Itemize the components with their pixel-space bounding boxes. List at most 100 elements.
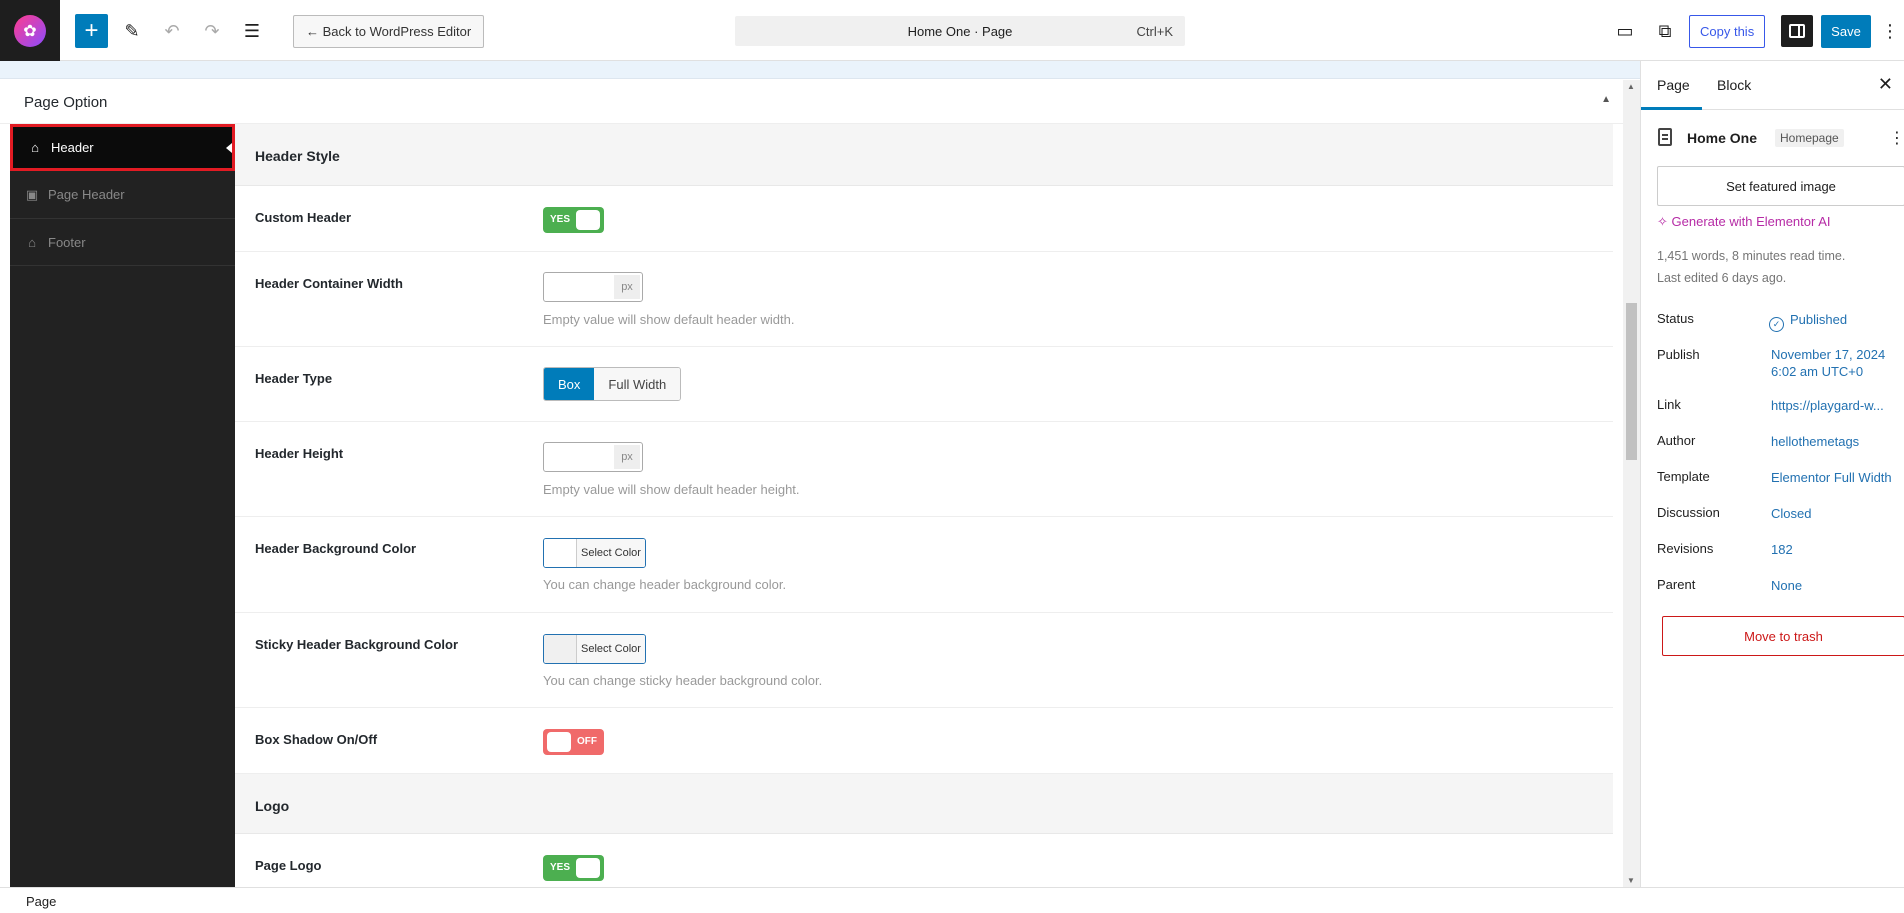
header-type-box-option[interactable]: Box	[544, 368, 595, 400]
preview-device-button[interactable]: ▭	[1609, 14, 1641, 48]
plus-icon: +	[84, 17, 99, 44]
generate-with-elementor-ai-link[interactable]: ✧ Generate with Elementor AI	[1657, 214, 1831, 230]
undo-icon: ↶	[164, 20, 180, 41]
unit-label: px	[614, 445, 640, 469]
command-palette-bar[interactable]: Home One · Page Ctrl+K	[735, 16, 1185, 46]
document-title: Home One · Page	[907, 24, 1013, 39]
prop-label-link: Link	[1657, 397, 1681, 412]
page-document-icon	[1658, 128, 1672, 146]
nav-item-footer[interactable]: ⌂ Footer	[10, 219, 235, 266]
tab-block[interactable]: Block	[1717, 77, 1751, 93]
move-to-trash-button[interactable]: Move to trash	[1662, 616, 1904, 656]
prop-label-revisions: Revisions	[1657, 541, 1714, 556]
row-header-height: Header Height px Empty value will show d…	[235, 422, 1613, 517]
command-shortcut: Ctrl+K	[1136, 24, 1173, 39]
nav-item-page-header[interactable]: ▣ Page Header	[10, 171, 235, 219]
page-option-title: Page Option	[24, 94, 108, 111]
external-link-icon: ⧉	[1658, 20, 1672, 41]
status-value[interactable]: ✓ Published	[1769, 311, 1847, 332]
field-label: Header Type	[255, 371, 333, 386]
page-logo-toggle[interactable]: YES	[543, 855, 604, 881]
canvas-top-strip	[0, 61, 1640, 79]
field-hint: Empty value will show default header wid…	[543, 312, 795, 327]
canvas-scrollbar[interactable]: ▲ ▼	[1623, 80, 1640, 887]
copy-this-button[interactable]: Copy this	[1689, 15, 1766, 48]
nav-item-label: Footer	[48, 234, 86, 250]
settings-tabs: Page Block ✕	[1641, 61, 1904, 110]
row-box-shadow: Box Shadow On/Off OFF	[235, 708, 1613, 774]
header-type-full-width-option[interactable]: Full Width	[594, 368, 681, 400]
custom-header-toggle[interactable]: YES	[543, 207, 604, 233]
row-header-type: Header Type Box Full Width	[235, 347, 1613, 422]
home-icon: ⌂	[28, 234, 36, 250]
sticky-bg-color-picker[interactable]: Select Color	[543, 634, 646, 664]
row-container-width: Header Container Width px Empty value wi…	[235, 252, 1613, 347]
view-page-button[interactable]: ⧉	[1649, 14, 1681, 48]
status-text: Published	[1790, 312, 1848, 327]
nav-item-header[interactable]: ⌂ Header	[10, 124, 235, 171]
options-content: Header Style Custom Header YES Header Co…	[235, 124, 1613, 887]
scroll-down-icon[interactable]: ▼	[1627, 876, 1635, 885]
add-block-button[interactable]: +	[75, 14, 108, 48]
field-label: Box Shadow On/Off	[255, 732, 378, 747]
author-value[interactable]: hellothemetags	[1771, 433, 1859, 450]
publish-date-value[interactable]: November 17, 2024 6:02 am UTC+0	[1771, 346, 1885, 380]
breadcrumb-page[interactable]: Page	[26, 894, 56, 909]
home-icon: ⌂	[31, 140, 39, 155]
editor-breadcrumb-bar: Page	[0, 887, 1904, 913]
parent-value[interactable]: None	[1771, 577, 1802, 594]
box-shadow-toggle[interactable]: OFF	[543, 729, 604, 755]
link-value[interactable]: https://playgard-w...	[1771, 397, 1884, 414]
options-menu-button[interactable]: ⋮	[1881, 14, 1899, 48]
editor-top-bar: ✿ + ✎ ↶ ↷ ☰ ← Back to WordPress Editor H…	[0, 0, 1904, 61]
header-type-selector: Box Full Width	[543, 367, 682, 401]
tools-button[interactable]: ✎	[116, 14, 148, 48]
redo-button[interactable]: ↷	[196, 14, 228, 48]
elementor-logo[interactable]: ✿	[0, 0, 60, 61]
color-swatch	[544, 635, 577, 663]
section-logo: Logo	[235, 774, 1613, 834]
template-value[interactable]: Elementor Full Width	[1771, 469, 1892, 486]
section-title: Header Style	[255, 148, 340, 164]
homepage-badge: Homepage	[1775, 129, 1844, 147]
page-option-nav: ⌂ Header ▣ Page Header ⌂ Footer	[10, 124, 235, 887]
discussion-value[interactable]: Closed	[1771, 505, 1811, 522]
container-width-input[interactable]: px	[543, 272, 643, 302]
scroll-up-icon[interactable]: ▲	[1627, 82, 1635, 91]
field-label: Header Height	[255, 446, 344, 461]
save-button[interactable]: Save	[1821, 15, 1871, 48]
back-to-wordpress-editor-button[interactable]: ← Back to WordPress Editor	[293, 15, 485, 48]
set-featured-image-button[interactable]: Set featured image	[1657, 166, 1904, 206]
row-sticky-bg-color: Sticky Header Background Color Select Co…	[235, 613, 1613, 708]
sparkle-icon: ✧	[1657, 214, 1668, 229]
close-icon[interactable]: ✕	[1878, 74, 1893, 95]
pencil-icon: ✎	[124, 20, 140, 41]
last-edited: Last edited 6 days ago.	[1657, 271, 1787, 285]
more-vertical-icon[interactable]: ⋮	[1889, 128, 1904, 148]
toggle-state: OFF	[577, 736, 597, 747]
publish-date: November 17, 2024	[1771, 347, 1886, 362]
toggle-knob	[547, 732, 571, 752]
toggle-state: YES	[550, 214, 571, 225]
undo-button[interactable]: ↶	[156, 14, 188, 48]
tab-page[interactable]: Page	[1657, 77, 1690, 93]
prop-label-publish: Publish	[1657, 347, 1700, 362]
field-label: Header Background Color	[255, 541, 417, 556]
collapse-up-icon[interactable]: ▲	[1601, 94, 1611, 105]
redo-icon: ↷	[204, 20, 220, 41]
header-height-input[interactable]: px	[543, 442, 643, 472]
prop-label-parent: Parent	[1657, 577, 1696, 592]
color-swatch	[544, 539, 577, 567]
header-bg-color-picker[interactable]: Select Color	[543, 538, 646, 568]
row-page-logo: Page Logo YES	[235, 834, 1613, 887]
toggle-state: YES	[550, 862, 571, 873]
row-custom-header: Custom Header YES	[235, 186, 1613, 252]
unit-label: px	[614, 275, 640, 299]
settings-panel-toggle[interactable]	[1781, 15, 1813, 47]
document-overview-button[interactable]: ☰	[236, 14, 268, 48]
page-option-header[interactable]: Page Option ▲	[0, 80, 1625, 124]
revisions-value[interactable]: 182	[1771, 541, 1793, 558]
active-tab-indicator	[1641, 107, 1702, 110]
scrollbar-thumb[interactable]	[1626, 303, 1637, 460]
select-color-label: Select Color	[577, 539, 645, 567]
